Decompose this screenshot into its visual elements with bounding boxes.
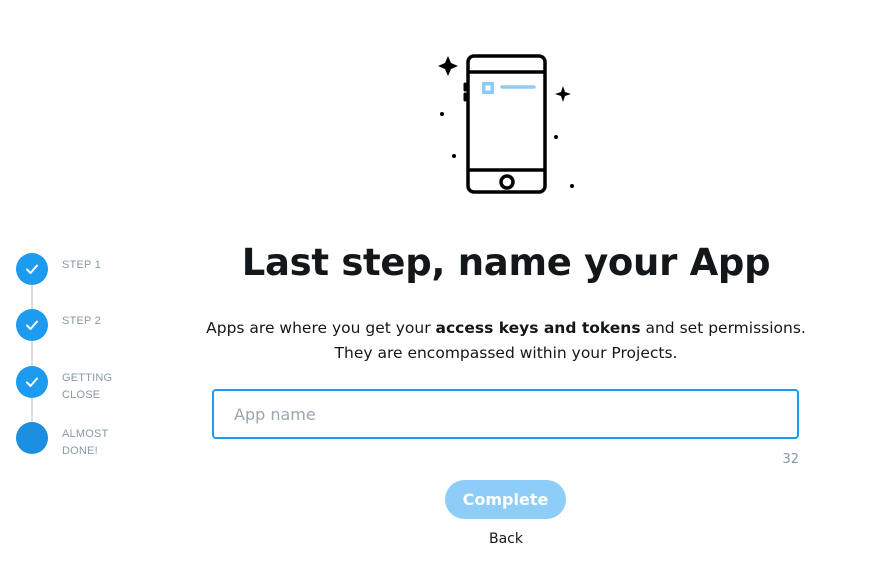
check-icon — [26, 377, 38, 387]
description-text: Apps are where you get your — [206, 319, 436, 337]
step-3-indicator — [16, 366, 48, 398]
step-1-indicator — [16, 253, 48, 285]
step-4-label: ALMOST DONE! — [62, 428, 109, 457]
progress-stepper: STEP 1 STEP 2 GETTING CLOSE ALMOST DONE! — [0, 0, 180, 583]
step-2-indicator — [16, 309, 48, 341]
character-counter: 32 — [782, 452, 799, 467]
step-4: ALMOST DONE! — [16, 422, 132, 460]
back-link[interactable]: Back — [466, 531, 546, 547]
complete-button[interactable]: Complete — [445, 480, 566, 519]
description-bold-text: access keys and tokens — [435, 319, 641, 337]
step-2-label: STEP 2 — [62, 315, 101, 327]
smartphone-sparkle-icon — [438, 54, 574, 194]
app-name-input[interactable] — [214, 391, 797, 437]
description-line-2: They are encompassed within your Project… — [334, 344, 678, 362]
step-2: STEP 2 — [16, 309, 132, 341]
app-name-field — [212, 389, 799, 439]
description-text-end: and set permissions. — [640, 319, 806, 337]
smartphone-illustration — [432, 48, 582, 198]
page-title: Last step, name your App — [241, 241, 771, 284]
step-3: GETTING CLOSE — [16, 366, 132, 404]
page-description: Apps are where you get your access keys … — [200, 316, 812, 366]
step-3-label: GETTING CLOSE — [62, 372, 113, 401]
stepper-line — [31, 270, 33, 440]
step-1: STEP 1 — [16, 253, 132, 285]
check-icon — [26, 320, 38, 330]
check-icon — [26, 264, 38, 274]
step-1-label: STEP 1 — [62, 259, 101, 271]
step-4-indicator — [16, 422, 48, 454]
